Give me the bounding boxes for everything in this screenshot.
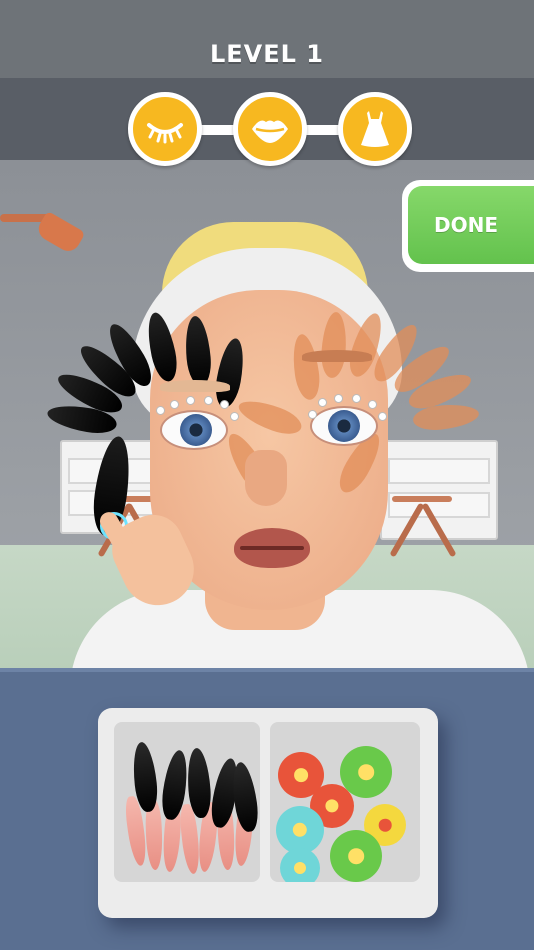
flower-item[interactable] [330,830,382,882]
right-stool [392,496,452,502]
flower-item[interactable] [280,848,320,882]
left-eye [160,410,228,450]
lash-compartment[interactable] [114,722,260,882]
right-eyebrow [302,350,372,362]
step-lips [233,92,307,166]
game-scene: LEVEL 1 DONE [0,0,534,950]
step-eyelash [128,92,202,166]
flower-compartment[interactable] [270,722,420,882]
flower-item[interactable] [276,806,324,854]
step-dress [338,92,412,166]
level-title: LEVEL 1 [209,40,324,68]
right-eye [310,406,378,446]
lips-icon [252,120,288,143]
item-tray [98,708,438,918]
closed-eye-icon [147,123,183,144]
dress-icon [361,111,389,147]
done-label[interactable]: DONE [408,186,534,264]
lash-petal-item[interactable] [229,760,260,834]
done-button[interactable]: DONE [402,180,534,272]
character-nose [245,450,287,506]
left-eyebrow [160,380,230,392]
